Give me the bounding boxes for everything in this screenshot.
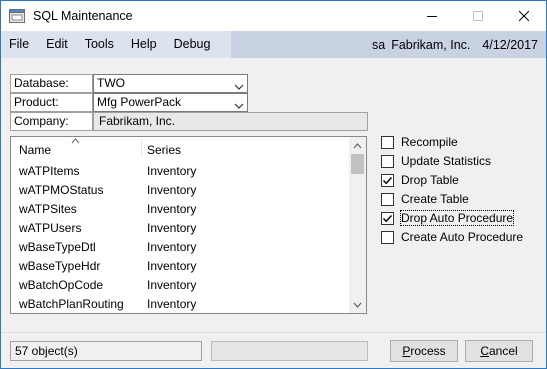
row-series: Inventory xyxy=(147,164,197,178)
menu-items: File Edit Tools Help Debug xyxy=(1,31,231,58)
list-rows: wATPItems Inventory wATPMOStatus Inventory… xyxy=(11,162,349,313)
create-auto-procedure-label: Create Auto Procedure xyxy=(401,230,524,244)
recompile-checkbox[interactable] xyxy=(381,135,394,149)
cancel-label: ancel xyxy=(488,344,518,358)
database-select[interactable]: TWO xyxy=(93,74,248,93)
recompile-label: Recompile xyxy=(401,135,458,149)
cancel-button[interactable]: Cancel xyxy=(465,340,533,362)
cancel-accelerator: C xyxy=(480,344,489,358)
column-header-series[interactable]: Series xyxy=(147,143,181,157)
product-select[interactable]: Mfg PowerPack xyxy=(93,93,248,112)
scroll-thumb[interactable] xyxy=(351,154,364,174)
row-name: wATPSites xyxy=(19,202,77,216)
list-row[interactable]: wBaseTypeHdr Inventory xyxy=(11,257,349,276)
session-user: sa xyxy=(372,37,386,52)
list-scrollbar[interactable] xyxy=(349,137,366,313)
process-label: rocess xyxy=(410,344,446,358)
row-name: wBatchPlanRouting xyxy=(19,297,124,311)
row-name: wATPItems xyxy=(19,164,80,178)
window-title: SQL Maintenance xyxy=(33,9,133,23)
chevron-down-icon xyxy=(234,98,244,109)
scroll-up-icon[interactable] xyxy=(349,137,366,154)
row-name: wATPMOStatus xyxy=(19,183,104,197)
option-drop-table[interactable]: Drop Table xyxy=(381,172,459,188)
update-statistics-checkbox[interactable] xyxy=(381,154,394,168)
list-row[interactable]: wATPMOStatus Inventory xyxy=(11,181,349,200)
objects-list[interactable]: Name Series wATPItems Inventory wATPMOSta… xyxy=(10,136,367,314)
checkmark-icon xyxy=(382,214,393,222)
option-create-table[interactable]: Create Table xyxy=(381,191,469,207)
drop-table-checkbox[interactable] xyxy=(381,173,394,187)
row-series: Inventory xyxy=(147,259,197,273)
list-row[interactable]: wATPItems Inventory xyxy=(11,162,349,181)
row-name: wBaseTypeHdr xyxy=(19,259,101,273)
list-row[interactable]: wATPUsers Inventory xyxy=(11,219,349,238)
company-value: Fabrikam, Inc. xyxy=(93,112,368,131)
maximize-button[interactable] xyxy=(455,1,501,31)
close-button[interactable] xyxy=(501,1,547,31)
database-value: TWO xyxy=(97,76,125,90)
create-table-checkbox[interactable] xyxy=(381,192,394,206)
menu-bar: File Edit Tools Help Debug sa Fabrikam, … xyxy=(1,31,546,58)
sort-ascending-icon xyxy=(71,137,80,146)
row-series: Inventory xyxy=(147,202,197,216)
session-date: 4/12/2017 xyxy=(482,37,538,52)
process-button[interactable]: Process xyxy=(390,340,458,362)
drop-auto-procedure-checkbox[interactable] xyxy=(381,211,394,225)
option-drop-auto-procedure[interactable]: Drop Auto Procedure xyxy=(381,210,515,226)
option-create-auto-procedure[interactable]: Create Auto Procedure xyxy=(381,229,523,245)
process-accelerator: P xyxy=(402,344,411,358)
list-row[interactable]: wBatchPlanRouting Inventory xyxy=(11,295,349,313)
minimize-button[interactable] xyxy=(409,1,455,31)
progress-bar xyxy=(211,341,368,361)
session-company: Fabrikam, Inc. xyxy=(391,37,471,52)
column-header-name[interactable]: Name xyxy=(19,143,51,157)
title-bar[interactable]: SQL Maintenance xyxy=(1,1,546,31)
row-series: Inventory xyxy=(147,183,197,197)
chevron-down-icon xyxy=(234,79,244,90)
sql-maintenance-window: SQL Maintenance File Edit Tools Help Deb… xyxy=(0,0,547,369)
list-row[interactable]: wBatchOpCode Inventory xyxy=(11,276,349,295)
menu-help[interactable]: Help xyxy=(123,31,166,58)
column-divider[interactable] xyxy=(141,139,142,157)
scroll-down-icon[interactable] xyxy=(349,296,366,313)
menu-debug[interactable]: Debug xyxy=(166,31,220,58)
database-label: Database: xyxy=(10,74,93,93)
app-icon xyxy=(9,9,25,23)
row-series: Inventory xyxy=(147,240,197,254)
row-name: wBatchOpCode xyxy=(19,278,104,292)
menu-file[interactable]: File xyxy=(1,31,38,58)
list-header: Name Series xyxy=(11,137,349,159)
update-statistics-label: Update Statistics xyxy=(401,154,492,168)
status-text: 57 object(s) xyxy=(10,341,202,361)
row-name: wATPUsers xyxy=(19,221,82,235)
checkmark-icon xyxy=(382,176,393,184)
product-label: Product: xyxy=(10,93,93,112)
list-row[interactable]: wATPSites Inventory xyxy=(11,200,349,219)
session-info: sa Fabrikam, Inc. 4/12/2017 xyxy=(231,31,546,58)
menu-edit[interactable]: Edit xyxy=(38,31,77,58)
option-recompile[interactable]: Recompile xyxy=(381,134,458,150)
drop-table-label: Drop Table xyxy=(401,173,459,187)
row-series: Inventory xyxy=(147,221,197,235)
menu-tools[interactable]: Tools xyxy=(77,31,123,58)
row-name: wBaseTypeDtl xyxy=(19,240,96,254)
create-auto-procedure-checkbox[interactable] xyxy=(381,230,394,244)
option-update-statistics[interactable]: Update Statistics xyxy=(381,153,491,169)
company-label: Company: xyxy=(10,112,93,131)
drop-auto-procedure-label: Drop Auto Procedure xyxy=(399,210,515,226)
create-table-label: Create Table xyxy=(401,192,469,206)
row-series: Inventory xyxy=(147,297,197,311)
divider xyxy=(1,332,546,333)
list-row[interactable]: wBaseTypeDtl Inventory xyxy=(11,238,349,257)
row-series: Inventory xyxy=(147,278,197,292)
product-value: Mfg PowerPack xyxy=(97,95,182,109)
